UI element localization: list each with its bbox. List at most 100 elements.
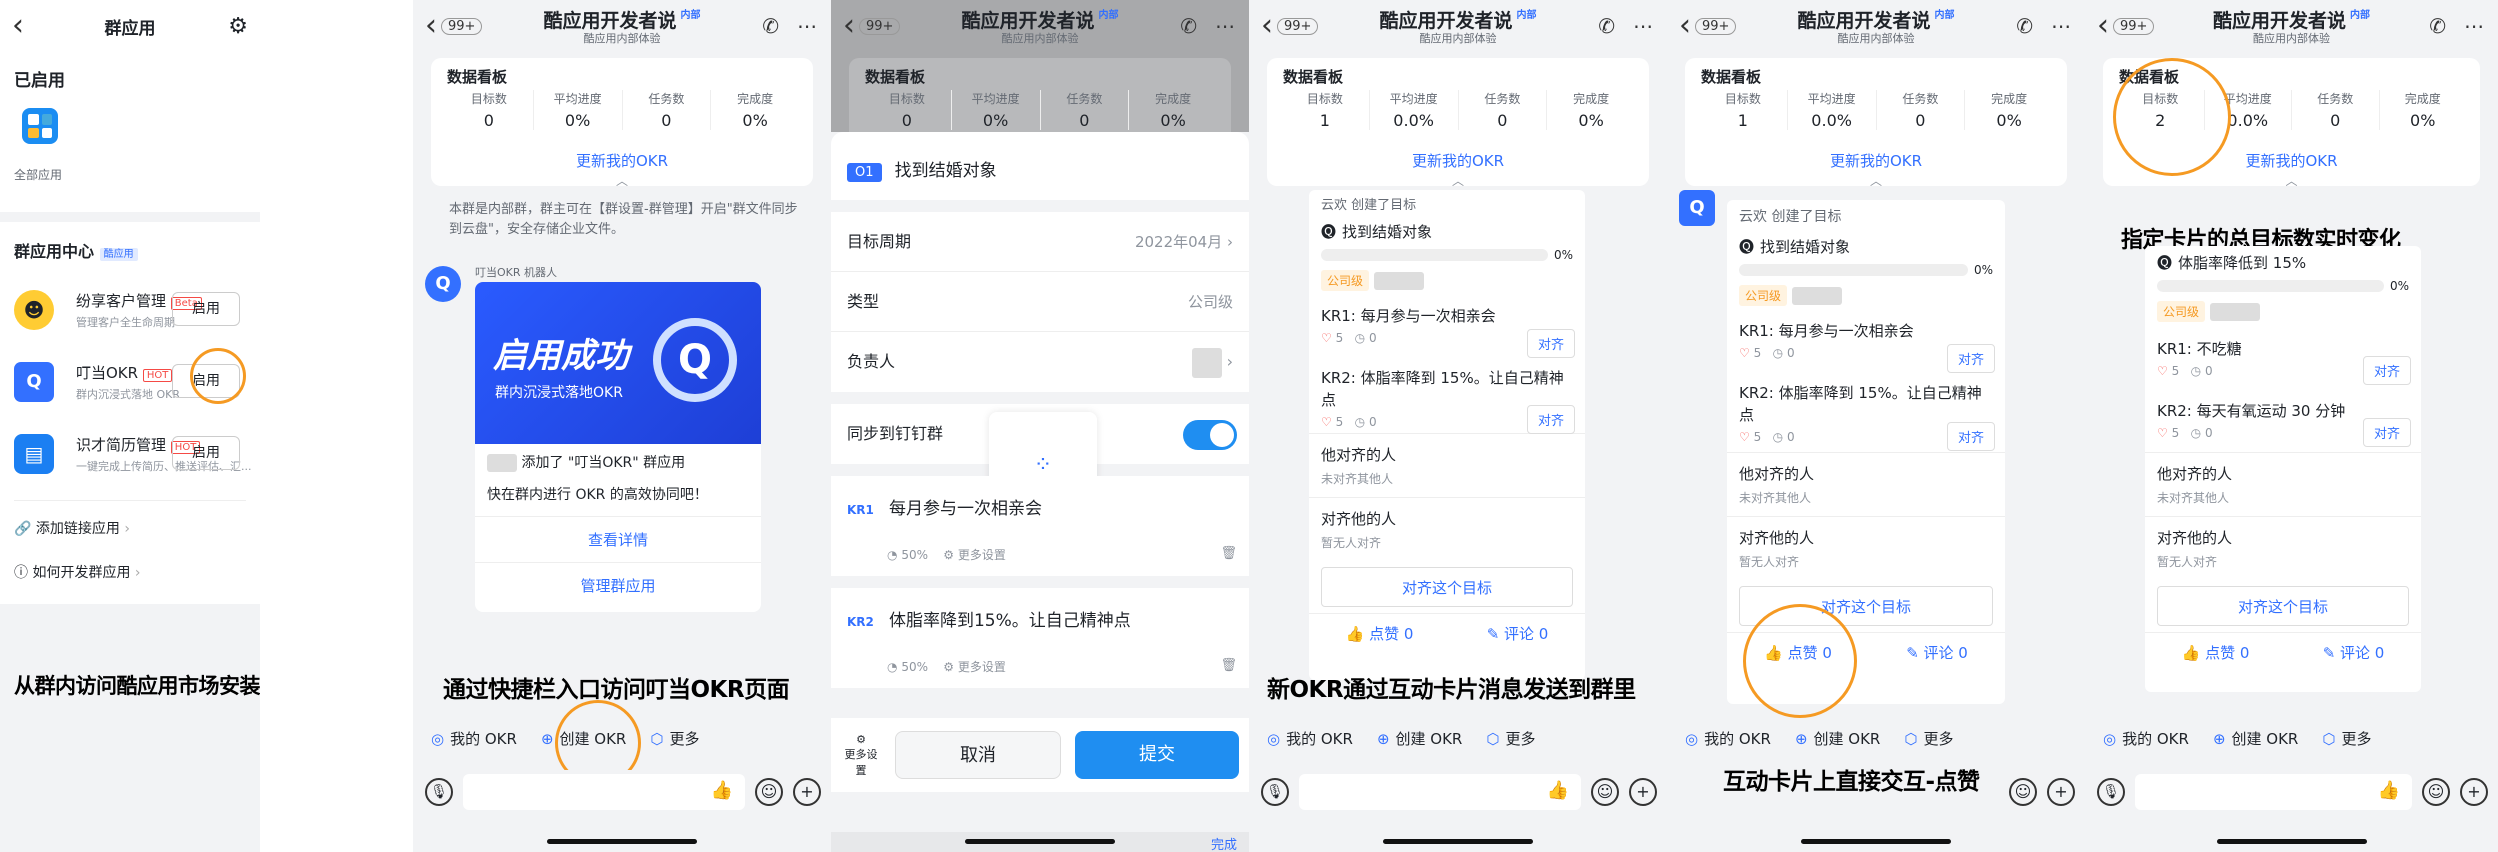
submit-button[interactable]: 提交 <box>1075 731 1239 779</box>
chevron-up-icon[interactable]: ︿ <box>2285 172 2297 189</box>
type-row[interactable]: 类型 公司级 <box>831 272 1249 332</box>
quick-my-okr[interactable]: ◎ 我的 OKR <box>2103 728 2189 749</box>
quick-more[interactable]: ⬡ 更多 <box>1904 728 1953 749</box>
more-icon[interactable]: ⋯ <box>797 14 817 38</box>
align-button[interactable]: 对齐 <box>2362 418 2411 447</box>
objective-title[interactable]: 找到结婚对象 <box>895 161 997 181</box>
chat-title: 酷应用开发者说 <box>1379 10 1513 32</box>
emoji-icon[interactable]: ☺ <box>2422 778 2450 806</box>
comment-button[interactable]: ✎ 评论 0 <box>1487 614 1549 653</box>
quick-more[interactable]: ⬡ 更多 <box>2322 728 2371 749</box>
heart-icon: ♡ <box>1739 430 1750 444</box>
quick-my-okr[interactable]: ◎ 我的 OKR <box>1685 728 1771 749</box>
objective-title[interactable]: 找到结婚对象 <box>1760 236 1850 257</box>
kr-text[interactable]: 体脂率降到15%。让自己精神点 <box>889 611 1131 631</box>
trash-icon[interactable]: 🗑 <box>1220 546 1237 561</box>
how-to-develop[interactable]: ⓘ 如何开发群应用 › <box>14 562 141 582</box>
okr-card: 云欢 创建了目标 🅠 找到结婚对象 0% 公司级 KR1: 每月参与一次相亲会 ♡… <box>1309 190 1585 680</box>
thumb-icon[interactable]: 👍 <box>1547 780 1569 801</box>
details-button[interactable]: 查看详情 <box>475 516 761 562</box>
inner-tag: 内部 <box>1516 10 1537 21</box>
message-input[interactable]: 👍 <box>2135 774 2412 810</box>
he-aligns-sub: 未对齐其他人 <box>1739 491 1812 505</box>
all-apps-icon[interactable] <box>22 108 58 144</box>
like-button[interactable]: 👍 点赞 0 <box>1346 614 1414 653</box>
align-this-objective-button[interactable]: 对齐这个目标 <box>2157 586 2409 626</box>
emoji-icon[interactable]: ☺ <box>2009 778 2037 806</box>
more-icon[interactable]: ⋯ <box>1633 14 1653 38</box>
message-input[interactable]: 👍 <box>1299 774 1581 810</box>
phone-icon[interactable]: ✆ <box>2016 14 2033 38</box>
more-settings-button[interactable]: ⚙ 更多设置 <box>841 733 881 778</box>
update-okr-link[interactable]: 更新我的OKR <box>1685 150 2067 171</box>
more-icon[interactable]: ⋯ <box>2051 14 2071 38</box>
objective-tag: O1 <box>847 163 882 182</box>
app-center-title: 群应用中心 酷应用 <box>14 238 138 262</box>
created-text: 云欢 创建了目标 <box>1739 209 1842 225</box>
update-okr-link[interactable]: 更新我的OKR <box>431 150 813 171</box>
align-button[interactable]: 对齐 <box>2362 356 2411 385</box>
objective-title[interactable]: 体脂率降低到 15% <box>2178 252 2306 273</box>
emoji-icon[interactable]: ☺ <box>1591 778 1619 806</box>
align-button[interactable]: 对齐 <box>1526 405 1575 434</box>
quick-more[interactable]: ⬡ 更多 <box>650 728 699 749</box>
more-icon[interactable]: ⋯ <box>1215 14 1235 38</box>
plus-icon[interactable]: + <box>793 778 821 806</box>
trash-icon[interactable]: 🗑 <box>1220 658 1237 673</box>
update-okr-link[interactable]: 更新我的OKR <box>1267 150 1649 171</box>
align-button[interactable]: 对齐 <box>1946 422 1995 451</box>
chevron-up-icon[interactable]: ︿ <box>1870 172 1882 189</box>
finish-button[interactable]: 完成 <box>1211 834 1237 852</box>
quick-my-okr[interactable]: ◎ 我的 OKR <box>431 728 517 749</box>
like-button[interactable]: 👍 点赞 0 <box>2182 633 2250 672</box>
cancel-button[interactable]: 取消 <box>895 731 1061 779</box>
kr-item[interactable]: KR2 体脂率降到15%。让自己精神点 ◔ 50% ⚙ 更多设置 🗑 <box>831 588 1249 688</box>
stat-value: 1 <box>1737 111 1748 130</box>
align-this-objective-button[interactable]: 对齐这个目标 <box>1321 567 1573 607</box>
quick-create-okr[interactable]: ⊕ 创建 OKR <box>2213 728 2298 749</box>
stat-value: 0 <box>2330 111 2341 130</box>
kr-text[interactable]: 每月参与一次相亲会 <box>889 499 1042 519</box>
message-input[interactable]: 👍 <box>463 774 745 810</box>
mic-icon[interactable]: 🎙 <box>1261 778 1289 806</box>
owner-row[interactable]: 负责人 › <box>831 332 1249 392</box>
chevron-up-icon[interactable]: ︿ <box>1452 172 1464 189</box>
chevron-up-icon[interactable]: ︿ <box>616 172 628 189</box>
panel-group-apps: ‹ 群应用 ⚙ 已启用 全部应用 群应用中心 酷应用 ☻ 纷享客户管理 Beta… <box>0 0 260 852</box>
quick-my-okr[interactable]: ◎ 我的 OKR <box>1267 728 1353 749</box>
period-row[interactable]: 目标周期 2022年04月 › <box>831 212 1249 272</box>
quick-create-okr[interactable]: ⊕ 创建 OKR <box>1795 728 1880 749</box>
add-link-app[interactable]: 🔗 添加链接应用 › <box>14 518 130 538</box>
comment-button[interactable]: ✎ 评论 0 <box>2323 633 2385 672</box>
quick-more[interactable]: ⬡ 更多 <box>1486 728 1535 749</box>
phone-icon[interactable]: ✆ <box>1598 14 1615 38</box>
phone-icon[interactable]: ✆ <box>1180 14 1197 38</box>
quick-create-okr[interactable]: ⊕ 创建 OKR <box>1377 728 1462 749</box>
more-icon[interactable]: ⋯ <box>2464 14 2484 38</box>
align-button[interactable]: 对齐 <box>1946 344 1995 373</box>
gear-icon[interactable]: ⚙ <box>228 14 248 39</box>
thumb-icon[interactable]: 👍 <box>711 780 733 801</box>
plus-icon[interactable]: + <box>1629 778 1657 806</box>
bot-avatar: Q <box>425 266 461 302</box>
emoji-icon[interactable]: ☺ <box>755 778 783 806</box>
thumb-icon[interactable]: 👍 <box>2378 780 2400 801</box>
okr-logo-icon: 🅠 <box>1739 238 1755 256</box>
sync-toggle[interactable] <box>1183 420 1237 450</box>
enable-button[interactable]: 启用 <box>172 292 240 326</box>
plus-icon[interactable]: + <box>2460 778 2488 806</box>
enable-button[interactable]: 启用 <box>172 436 240 470</box>
mic-icon[interactable]: 🎙 <box>2097 778 2125 806</box>
mic-icon[interactable]: 🎙 <box>425 778 453 806</box>
plus-icon[interactable]: + <box>2047 778 2075 806</box>
phone-icon[interactable]: ✆ <box>2429 14 2446 38</box>
manage-apps-button[interactable]: 管理群应用 <box>475 562 761 608</box>
question-icon: ⓘ <box>14 565 28 581</box>
kr-item[interactable]: KR1 每月参与一次相亲会 ◔ 50% ⚙ 更多设置 🗑 <box>831 476 1249 576</box>
home-indicator <box>965 839 1115 844</box>
comment-button[interactable]: ✎ 评论 0 <box>1906 633 1968 672</box>
objective-title[interactable]: 找到结婚对象 <box>1342 221 1432 242</box>
home-indicator <box>1801 839 1951 844</box>
align-button[interactable]: 对齐 <box>1526 329 1575 358</box>
phone-icon[interactable]: ✆ <box>762 14 779 38</box>
